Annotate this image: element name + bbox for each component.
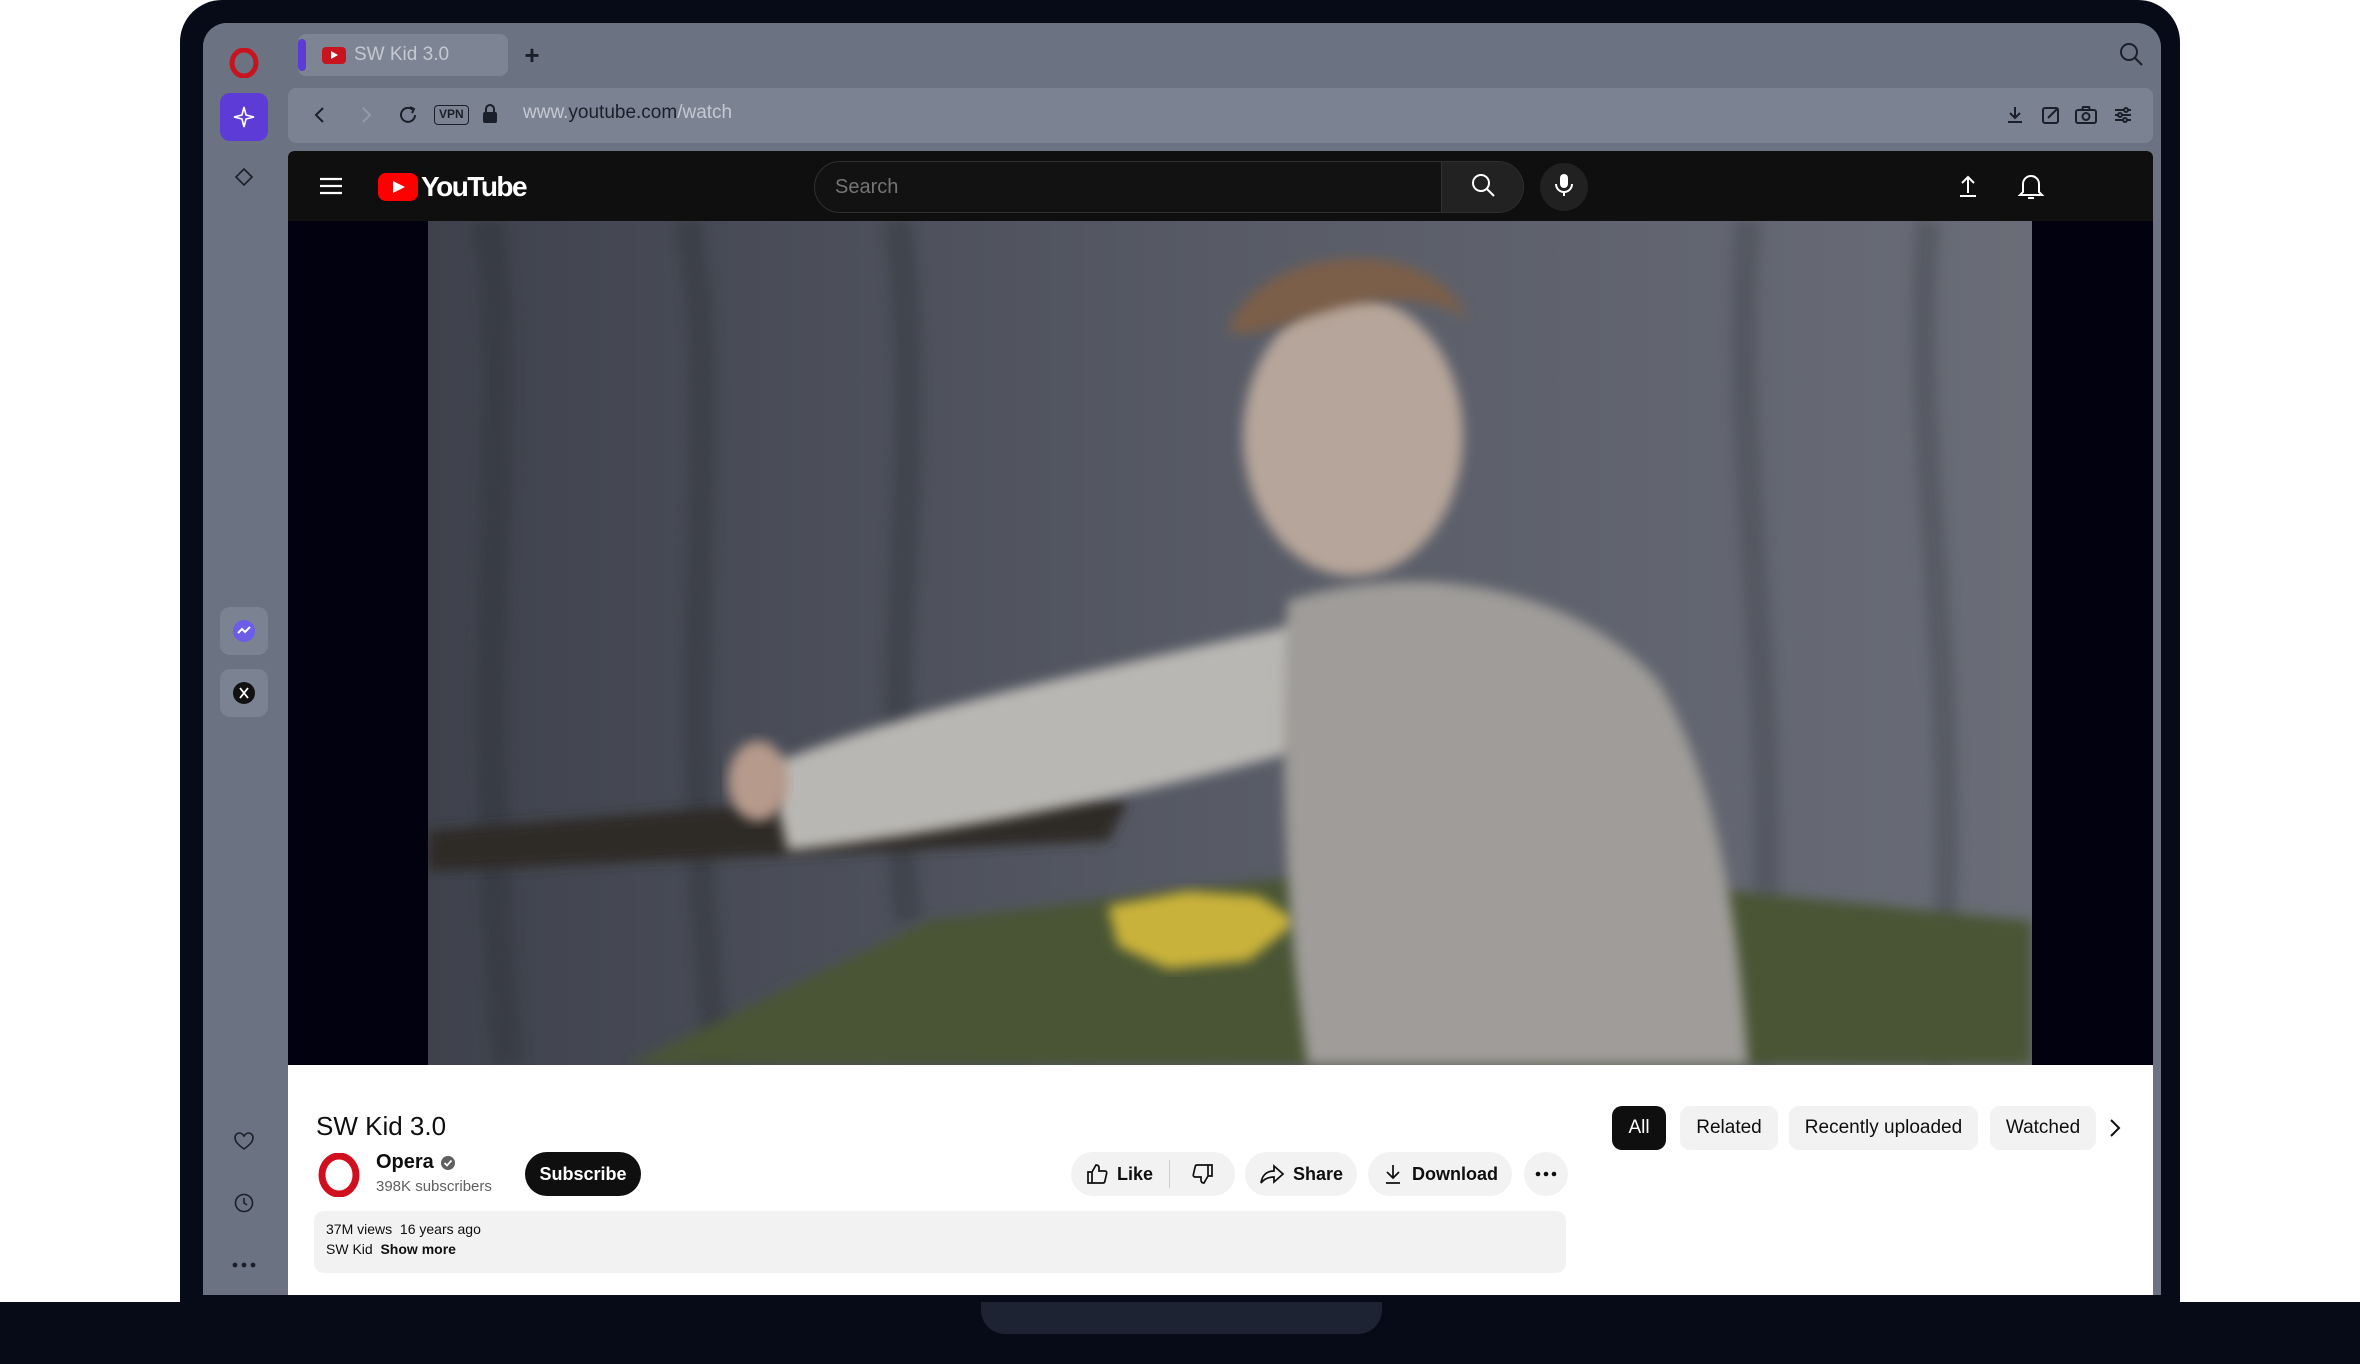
chips-next-chevron-icon[interactable]: [2104, 1115, 2126, 1146]
thumbs-down-icon: [1191, 1162, 1215, 1186]
more-dots-icon[interactable]: [220, 1241, 268, 1289]
share-button[interactable]: Share: [1245, 1152, 1357, 1196]
page-content: YouTube Search SW Kid 3.0 Opera 398K sub…: [288, 151, 2153, 1295]
download-button[interactable]: Download: [1368, 1152, 1512, 1196]
tab-accent: [298, 39, 306, 71]
chip-all[interactable]: All: [1612, 1106, 1666, 1150]
search-input[interactable]: [815, 162, 1433, 212]
view-stats: 37M views 16 years ago: [326, 1221, 481, 1237]
download-icon: [1382, 1162, 1404, 1186]
download-toolbar-icon[interactable]: [2003, 103, 2027, 132]
edit-snapshot-icon[interactable]: [2039, 103, 2063, 132]
heart-icon[interactable]: [220, 1117, 268, 1165]
aria-ai-icon[interactable]: [220, 93, 268, 141]
menu-icon[interactable]: [318, 173, 344, 204]
new-tab-button[interactable]: +: [518, 40, 546, 70]
voice-search-button[interactable]: [1540, 163, 1588, 211]
video-thumbnail-image: [428, 221, 2032, 1065]
youtube-logo[interactable]: YouTube: [378, 171, 528, 203]
upload-icon[interactable]: [1954, 172, 1982, 205]
more-horizontal-icon: [1535, 1171, 1557, 1177]
verified-badge-icon: [440, 1155, 456, 1171]
diamond-icon[interactable]: [220, 153, 268, 201]
tab-youtube[interactable]: SW Kid 3.0: [298, 34, 508, 76]
laptop-notch: [981, 1302, 1382, 1334]
vpn-badge[interactable]: VPN: [434, 105, 469, 125]
chip-related[interactable]: Related: [1680, 1106, 1778, 1150]
description-text: SW Kid Show more: [326, 1241, 456, 1257]
youtube-header: YouTube: [288, 151, 2153, 221]
description-box[interactable]: 37M views 16 years ago SW Kid Show more: [314, 1211, 1566, 1273]
chip-recently-uploaded[interactable]: Recently uploaded: [1789, 1106, 1978, 1150]
opera-channel-logo-icon: [318, 1153, 360, 1197]
browser-sidebar: [203, 23, 283, 1295]
subscribe-button[interactable]: Subscribe: [525, 1152, 641, 1196]
reload-icon[interactable]: [396, 103, 420, 132]
channel-name[interactable]: Opera: [376, 1151, 456, 1174]
search-button[interactable]: [1441, 162, 1523, 212]
url-field[interactable]: www.youtube.com/watch: [523, 102, 732, 124]
video-frame: [428, 221, 2032, 1065]
more-actions-button[interactable]: [1524, 1152, 1568, 1196]
lock-icon[interactable]: [480, 103, 500, 130]
messenger-icon[interactable]: [220, 607, 268, 655]
channel-avatar[interactable]: [316, 1152, 362, 1198]
video-title: SW Kid 3.0: [316, 1111, 447, 1141]
tab-bar: SW Kid 3.0 +: [288, 23, 2161, 85]
tab-search-icon[interactable]: [2117, 40, 2145, 73]
browser-window: SW Kid 3.0 + VPN www.youtube.com/watch Y…: [203, 23, 2161, 1295]
youtube-play-icon: [378, 173, 418, 201]
easy-setup-icon[interactable]: [2111, 103, 2135, 132]
show-more-link[interactable]: Show more: [380, 1241, 455, 1257]
subscriber-count: 398K subscribers: [376, 1178, 492, 1195]
address-bar: VPN www.youtube.com/watch: [288, 88, 2153, 143]
like-dislike-group: Like: [1071, 1152, 1235, 1196]
share-icon: [1259, 1163, 1285, 1185]
forward-icon[interactable]: [354, 103, 378, 132]
history-clock-icon[interactable]: [220, 1179, 268, 1227]
search-icon: [1469, 171, 1497, 204]
back-icon[interactable]: [308, 103, 332, 132]
notifications-bell-icon[interactable]: [2017, 171, 2045, 206]
dislike-button[interactable]: [1170, 1152, 1235, 1196]
like-button[interactable]: Like: [1071, 1152, 1169, 1196]
thumbs-up-icon: [1085, 1162, 1109, 1186]
chip-watched[interactable]: Watched: [1990, 1106, 2096, 1150]
video-player[interactable]: [288, 221, 2153, 1065]
x-twitter-icon[interactable]: [220, 669, 268, 717]
camera-icon[interactable]: [2073, 103, 2099, 132]
opera-logo-icon[interactable]: [220, 39, 268, 87]
microphone-icon: [1553, 172, 1575, 203]
tab-title: SW Kid 3.0: [354, 44, 450, 65]
search-box: [814, 161, 1524, 213]
youtube-favicon-icon: [322, 46, 346, 64]
youtube-logo-text: YouTube: [421, 171, 528, 202]
